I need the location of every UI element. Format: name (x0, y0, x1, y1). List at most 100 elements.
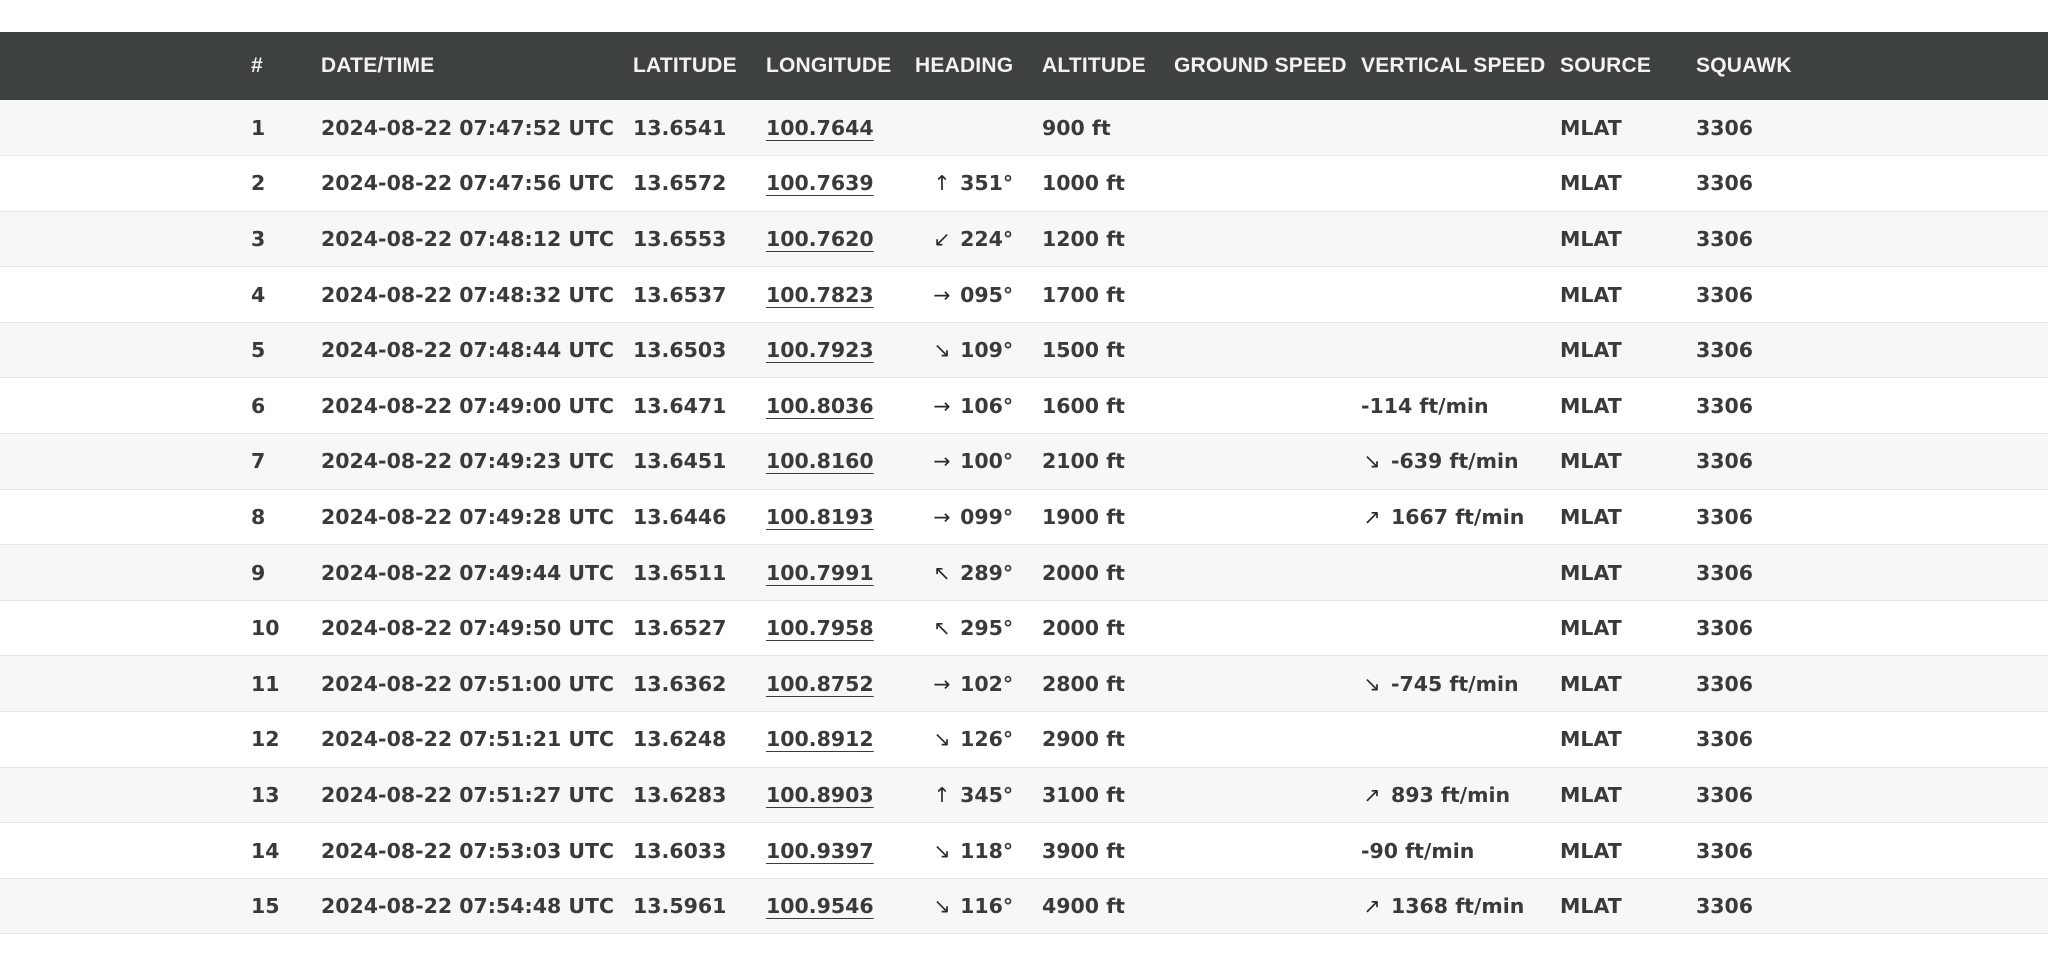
row-spacer (0, 100, 251, 156)
row-heading: 289° (960, 560, 1014, 585)
row-latitude: 13.5961 (633, 894, 727, 919)
row-vertical-speed: 1667 ft/min (1391, 504, 1525, 529)
row-latitude: 13.6446 (633, 504, 727, 529)
row-vertical-speed-cell: ↘ -745 ft/min (1361, 656, 1560, 712)
column-header-source: SOURCE (1560, 54, 1652, 77)
column-header-altitude: ALTITUDE (1042, 54, 1146, 77)
column-header-vertical-speed: VERTICAL SPEED (1361, 54, 1546, 77)
row-number: 1 (251, 115, 266, 140)
longitude-link[interactable]: 100.8903 (766, 783, 874, 807)
row-altitude: 1700 ft (1042, 282, 1125, 307)
longitude-link[interactable]: 100.9397 (766, 839, 874, 863)
row-datetime: 2024-08-22 07:49:44 UTC (321, 560, 615, 585)
row-altitude: 1000 ft (1042, 171, 1125, 196)
heading-wrapper: ↖ 295° (915, 616, 1013, 640)
row-ground-speed (1174, 545, 1361, 601)
row-spacer (0, 378, 251, 434)
longitude-link[interactable]: 100.8160 (766, 449, 874, 473)
row-heading: 126° (960, 727, 1014, 752)
row-latitude: 13.6451 (633, 449, 727, 474)
heading-wrapper: ↘ 116° (915, 894, 1013, 918)
row-ground-speed (1174, 211, 1361, 267)
heading-arrow-icon: ↘ (933, 727, 951, 752)
row-source: MLAT (1560, 894, 1622, 919)
row-latitude: 13.6283 (633, 782, 727, 807)
row-ground-speed (1174, 489, 1361, 545)
vertical-speed-arrow-icon: ↘ (1363, 449, 1381, 474)
row-latitude: 13.6248 (633, 727, 727, 752)
row-heading: 118° (960, 838, 1014, 863)
column-header-datetime: DATE/TIME (321, 54, 435, 77)
row-number: 7 (251, 449, 266, 474)
row-vertical-speed: -90 ft/min (1361, 838, 1475, 863)
row-vertical-speed-cell: ↗ 893 ft/min (1361, 767, 1560, 823)
longitude-link[interactable]: 100.7644 (766, 116, 874, 140)
longitude-link[interactable]: 100.8912 (766, 727, 874, 751)
row-altitude: 1500 ft (1042, 338, 1125, 363)
row-spacer (0, 600, 251, 656)
row-spacer (0, 767, 251, 823)
row-altitude: 3100 ft (1042, 782, 1125, 807)
longitude-link[interactable]: 100.7639 (766, 171, 874, 195)
longitude-link[interactable]: 100.7923 (766, 338, 874, 362)
row-latitude: 13.6537 (633, 282, 727, 307)
longitude-link[interactable]: 100.7991 (766, 561, 874, 585)
column-header-squawk: SQUAWK (1696, 54, 1792, 77)
row-source: MLAT (1560, 504, 1622, 529)
table-row: 6 2024-08-22 07:49:00 UTC 13.6471 100.80… (0, 377, 2048, 434)
row-ground-speed (1174, 322, 1361, 378)
row-heading-cell: ↘ 118° (915, 823, 1042, 879)
row-spacer (0, 823, 251, 879)
row-squawk: 3306 (1696, 226, 1754, 251)
longitude-link[interactable]: 100.7958 (766, 616, 874, 640)
row-ground-speed (1174, 600, 1361, 656)
table-row: 13 2024-08-22 07:51:27 UTC 13.6283 100.8… (0, 767, 2048, 823)
row-heading: 100° (960, 449, 1014, 474)
row-heading: 102° (960, 671, 1014, 696)
column-header-latitude: LATITUDE (633, 54, 737, 77)
row-datetime: 2024-08-22 07:48:44 UTC (321, 338, 615, 363)
row-longitude-cell: 100.8160 (766, 434, 915, 490)
row-latitude: 13.6033 (633, 838, 727, 863)
row-altitude: 4900 ft (1042, 894, 1125, 919)
longitude-link[interactable]: 100.8752 (766, 672, 874, 696)
table-header-row: # DATE/TIME LATITUDE LONGITUDE HEADING A… (0, 32, 2048, 100)
heading-wrapper: → 099° (915, 505, 1013, 529)
heading-wrapper: ↑ 351° (915, 171, 1013, 195)
row-vertical-speed-cell (1361, 712, 1560, 768)
row-source: MLAT (1560, 226, 1622, 251)
row-squawk: 3306 (1696, 393, 1754, 418)
vertical-speed-arrow-icon: ↗ (1363, 504, 1381, 529)
column-header-number: # (251, 54, 263, 77)
row-heading: 224° (960, 226, 1014, 251)
longitude-link[interactable]: 100.7823 (766, 283, 874, 307)
row-spacer (0, 211, 251, 267)
row-heading-cell: ↘ 116° (915, 878, 1042, 934)
row-datetime: 2024-08-22 07:48:12 UTC (321, 226, 615, 251)
heading-arrow-icon: → (933, 393, 951, 418)
row-ground-speed (1174, 712, 1361, 768)
row-datetime: 2024-08-22 07:53:03 UTC (321, 838, 615, 863)
row-longitude-cell: 100.8193 (766, 489, 915, 545)
row-spacer (0, 712, 251, 768)
table-row: 7 2024-08-22 07:49:23 UTC 13.6451 100.81… (0, 433, 2048, 490)
flight-history-table: # DATE/TIME LATITUDE LONGITUDE HEADING A… (0, 32, 2048, 934)
longitude-link[interactable]: 100.8193 (766, 505, 874, 529)
table-row: 11 2024-08-22 07:51:00 UTC 13.6362 100.8… (0, 655, 2048, 712)
row-latitude: 13.6572 (633, 171, 727, 196)
row-heading-cell: ↑ 345° (915, 767, 1042, 823)
row-number: 12 (251, 727, 280, 752)
row-vertical-speed-cell (1361, 156, 1560, 212)
longitude-link[interactable]: 100.7620 (766, 227, 874, 251)
longitude-link[interactable]: 100.8036 (766, 394, 874, 418)
vertical-speed-arrow-icon: ↘ (1363, 671, 1381, 696)
row-spacer (0, 322, 251, 378)
longitude-link[interactable]: 100.9546 (766, 894, 874, 918)
heading-arrow-icon: ↑ (933, 171, 951, 196)
heading-wrapper: → 106° (915, 394, 1013, 418)
row-vertical-speed-cell (1361, 211, 1560, 267)
row-number: 3 (251, 226, 266, 251)
row-vertical-speed: -114 ft/min (1361, 393, 1489, 418)
row-ground-speed (1174, 434, 1361, 490)
row-heading: 099° (960, 504, 1014, 529)
